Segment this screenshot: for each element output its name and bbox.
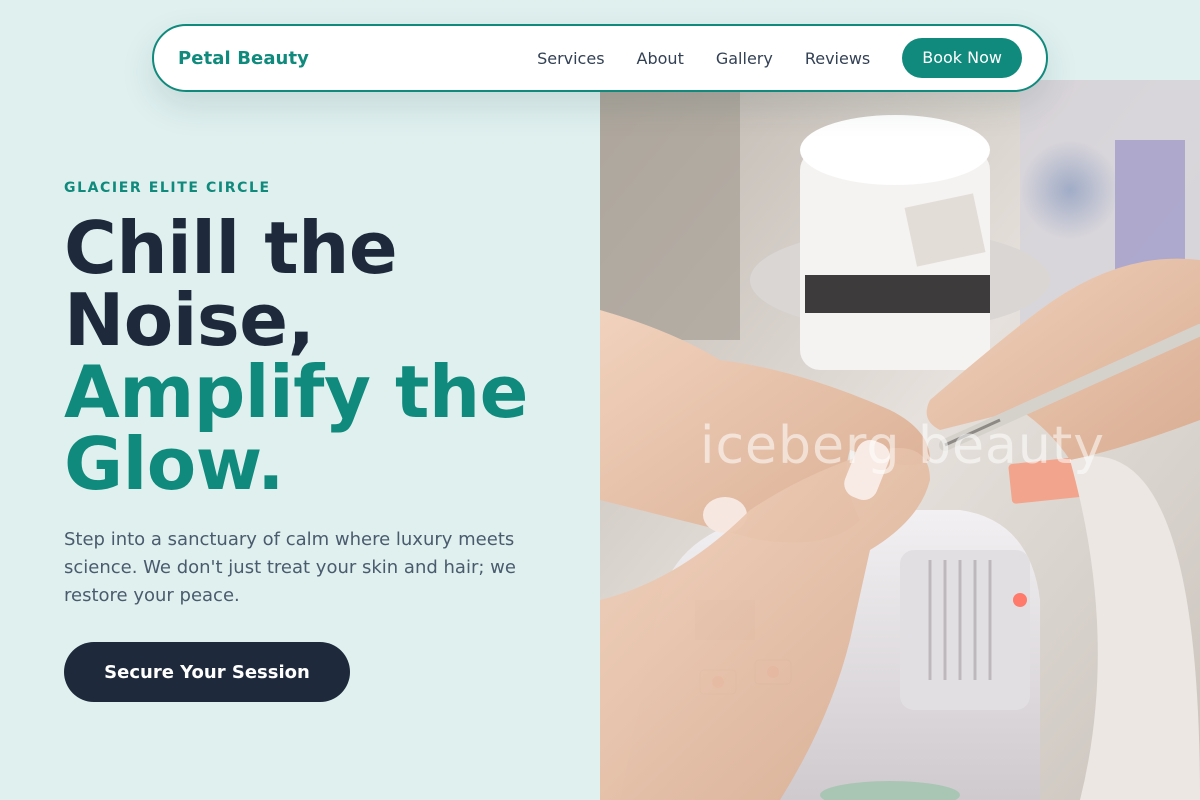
hero-description: Step into a sanctuary of calm where luxu… <box>64 529 516 606</box>
brand-logo[interactable]: Petal Beauty <box>178 48 309 69</box>
nav-links: Services About Gallery Reviews Book Now <box>537 38 1022 78</box>
nav-link-gallery[interactable]: Gallery <box>716 49 773 68</box>
secure-session-button[interactable]: Secure Your Session <box>64 642 350 702</box>
nav-link-about[interactable]: About <box>637 49 684 68</box>
top-navbar: Petal Beauty Services About Gallery Revi… <box>152 24 1048 92</box>
headline-line-2: Noise, <box>64 278 315 362</box>
hero-manicure-image: iceberg beauty <box>600 80 1200 800</box>
nav-link-reviews[interactable]: Reviews <box>805 49 870 68</box>
image-watermark: iceberg beauty <box>700 416 1106 476</box>
hero-headline: Chill the Noise, Amplify the Glow. <box>64 212 584 500</box>
hero-eyebrow: GLACIER ELITE CIRCLE <box>64 180 271 196</box>
headline-line-4: Glow. <box>64 422 285 506</box>
headline-line-3: Amplify the <box>64 350 528 434</box>
headline-line-1: Chill the <box>64 206 398 290</box>
book-now-button[interactable]: Book Now <box>902 38 1022 78</box>
nav-link-services[interactable]: Services <box>537 49 604 68</box>
